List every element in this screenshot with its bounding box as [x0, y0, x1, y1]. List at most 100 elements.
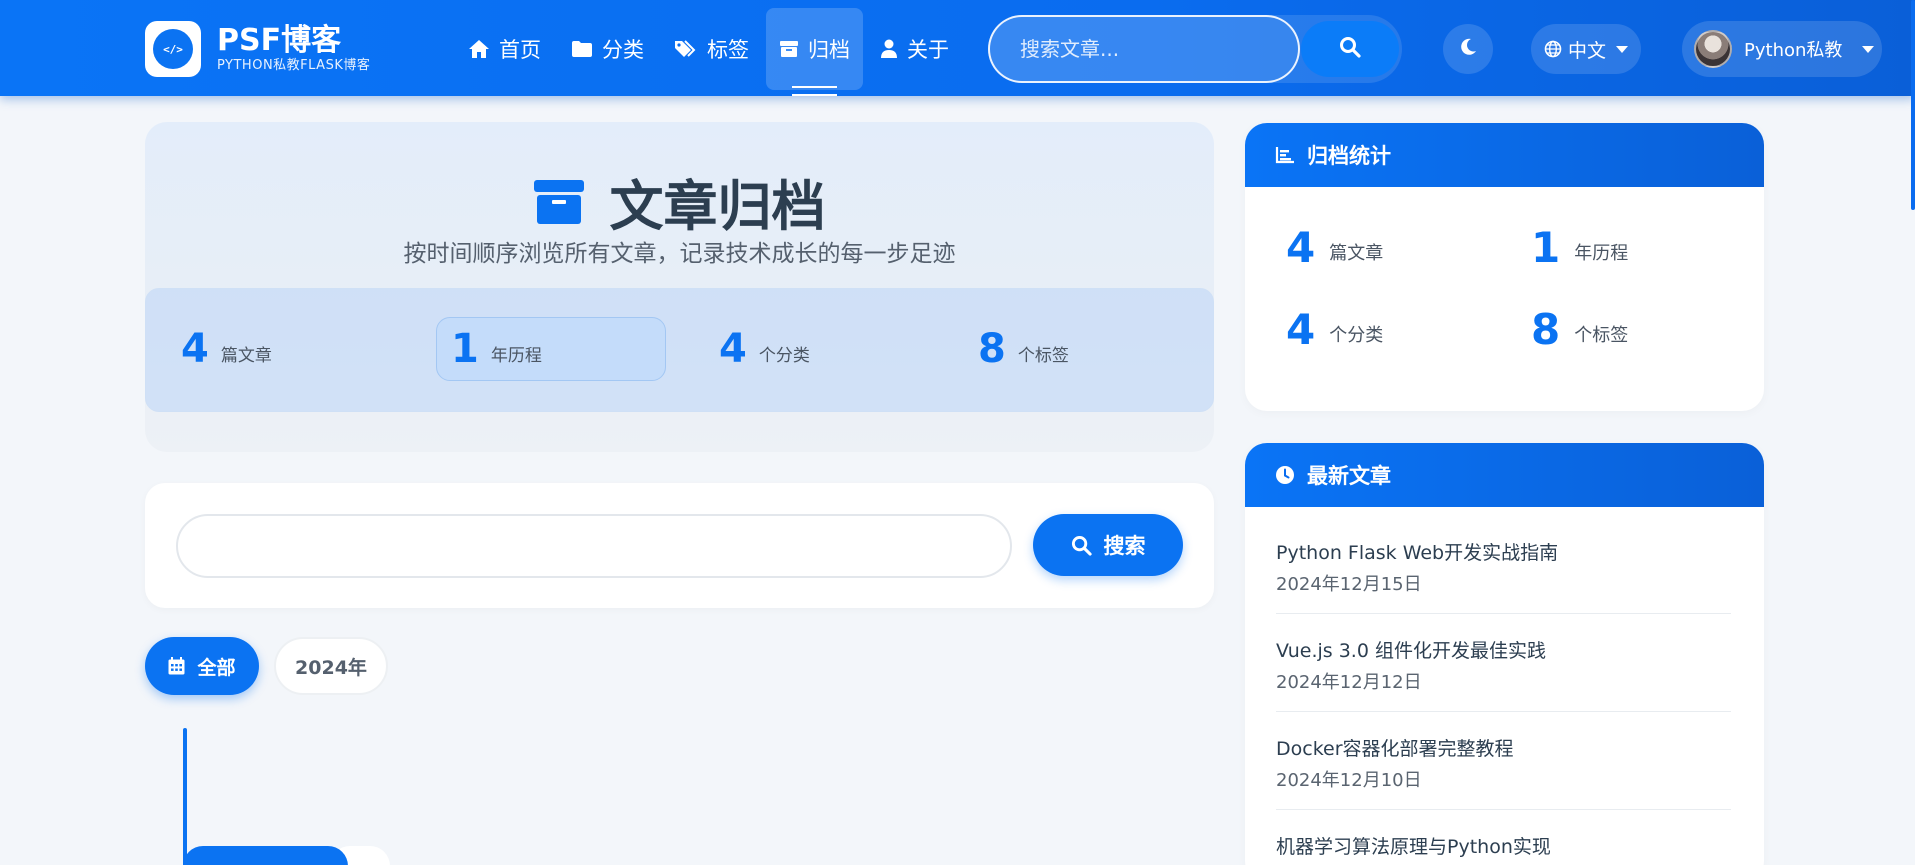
timeline-year-badge[interactable] [183, 846, 348, 865]
archive-icon [779, 40, 799, 58]
nav-item-categories[interactable]: 分类 [558, 8, 657, 90]
search-icon [1071, 535, 1092, 556]
nav-label-archive: 归档 [808, 38, 850, 62]
hero-stat-number: 4 [719, 326, 747, 372]
brand-subtitle: PYTHON私教FLASK博客 [217, 58, 371, 73]
sidebar-stat-number: 1 [1531, 223, 1561, 272]
nav-label-categories: 分类 [602, 38, 644, 62]
recent-post-title[interactable]: Docker容器化部署完整教程 [1276, 736, 1731, 762]
nav-label-tags: 标签 [707, 38, 749, 62]
sidebar-stat-number: 4 [1286, 305, 1316, 354]
folder-icon [571, 40, 593, 58]
language-label: 中文 [1567, 39, 1606, 62]
recent-post-item[interactable]: Python Flask Web开发实战指南 2024年12月15日 [1276, 507, 1731, 614]
user-icon [880, 39, 898, 59]
recent-posts-title: 最新文章 [1307, 464, 1391, 488]
archive-stats-header: 归档统计 [1245, 123, 1764, 187]
nav-item-tags[interactable]: 标签 [661, 8, 762, 90]
recent-post-date: 2024年12月15日 [1276, 574, 1422, 595]
chevron-down-icon [1616, 45, 1628, 53]
brand-text: PSF博客 PYTHON私教FLASK博客 [217, 24, 370, 74]
scroll-indicator [1911, 0, 1915, 210]
archive-search-input[interactable] [176, 514, 1012, 578]
main-nav: 首页 分类 标签 归档 关于 [455, 8, 966, 96]
search-icon [1339, 36, 1361, 62]
hero-stats: 4 篇文章 1 年历程 4 个分类 8 个标签 [145, 288, 1214, 412]
sidebar-stat-categories: 4 个分类 [1286, 305, 1383, 354]
avatar [1694, 30, 1732, 68]
sidebar-stat-label: 篇文章 [1329, 242, 1384, 264]
recent-post-item[interactable]: 机器学习算法原理与Python实现 [1276, 810, 1731, 865]
tags-icon [674, 39, 698, 59]
archive-icon [533, 179, 584, 224]
page-subtitle: 按时间顺序浏览所有文章，记录技术成长的每一步足迹 [403, 241, 956, 267]
nav-label-home: 首页 [499, 38, 541, 62]
recent-post-item[interactable]: Docker容器化部署完整教程 2024年12月10日 [1276, 712, 1731, 810]
archive-stats-title: 归档统计 [1307, 144, 1391, 168]
recent-post-title[interactable]: Vue.js 3.0 组件化开发最佳实践 [1276, 638, 1731, 664]
user-name: Python私教 [1744, 40, 1843, 61]
hero-stat-categories[interactable]: 4 个分类 [705, 317, 935, 381]
sidebar-stat-articles: 4 篇文章 [1286, 223, 1383, 272]
sidebar-stat-tags: 8 个标签 [1531, 305, 1628, 354]
hero-stat-label: 个标签 [1017, 345, 1069, 366]
page-title-text: 文章归档 [609, 175, 826, 238]
language-selector[interactable]: 中文 [1531, 24, 1641, 74]
code-icon: </> [153, 29, 193, 69]
sidebar-stat-years: 1 年历程 [1531, 223, 1628, 272]
sidebar-stat-label: 年历程 [1574, 242, 1629, 264]
home-icon [468, 39, 490, 59]
nav-item-home[interactable]: 首页 [455, 8, 554, 90]
sidebar-stat-label: 个分类 [1329, 324, 1384, 346]
navbar-search-button[interactable] [1301, 21, 1399, 77]
hero-stat-years[interactable]: 1 年历程 [436, 317, 666, 381]
navbar-search [988, 15, 1402, 83]
sidebar-stat-number: 4 [1286, 223, 1316, 272]
calendar-icon [168, 657, 185, 675]
globe-icon [1544, 40, 1562, 58]
recent-post-title[interactable]: Python Flask Web开发实战指南 [1276, 540, 1731, 566]
chevron-down-icon [1862, 45, 1875, 53]
filter-year-button[interactable]: 2024年 [274, 637, 388, 695]
sidebar-stat-number: 8 [1531, 305, 1561, 354]
recent-post-date: 2024年12月12日 [1276, 672, 1422, 693]
archive-search-button[interactable]: 搜索 [1033, 514, 1183, 576]
filter-year-label: 2024年 [295, 656, 367, 679]
clock-icon [1275, 465, 1295, 485]
filter-all-button[interactable]: 全部 [145, 637, 259, 695]
moon-icon [1458, 37, 1478, 62]
hero-stat-tags[interactable]: 8 个标签 [964, 317, 1194, 381]
navbar-search-input[interactable] [988, 15, 1300, 83]
recent-posts-list: Python Flask Web开发实战指南 2024年12月15日 Vue.j… [1245, 507, 1764, 865]
chart-bar-icon [1275, 146, 1295, 164]
hero-stat-label: 篇文章 [220, 345, 272, 366]
recent-post-title[interactable]: 机器学习算法原理与Python实现 [1276, 834, 1731, 860]
sidebar-stat-label: 个标签 [1574, 324, 1629, 346]
archive-hero: 文章归档 按时间顺序浏览所有文章，记录技术成长的每一步足迹 4 篇文章 1 年历… [145, 122, 1214, 452]
hero-stat-articles[interactable]: 4 篇文章 [167, 317, 397, 381]
recent-post-date: 2024年12月10日 [1276, 770, 1422, 791]
nav-item-about[interactable]: 关于 [867, 8, 962, 90]
page-title: 文章归档 [145, 162, 1214, 241]
hero-stat-number: 1 [451, 326, 479, 372]
archive-stats-card: 归档统计 4 篇文章 1 年历程 4 个分类 8 个标签 [1245, 123, 1764, 411]
nav-item-archive[interactable]: 归档 [766, 8, 863, 96]
recent-posts-header: 最新文章 [1245, 443, 1764, 507]
hero-stat-number: 4 [181, 326, 209, 372]
archive-search-card: 搜索 [145, 483, 1214, 608]
recent-posts-card: 最新文章 Python Flask Web开发实战指南 2024年12月15日 … [1245, 443, 1764, 865]
timeline-line [183, 728, 187, 865]
brand-title: PSF博客 [217, 23, 342, 58]
nav-label-about: 关于 [907, 38, 949, 62]
archive-search-button-label: 搜索 [1103, 534, 1146, 558]
brand-logo: </> [145, 21, 201, 77]
filter-all-label: 全部 [197, 656, 236, 679]
hero-stat-number: 8 [978, 326, 1006, 372]
hero-stat-label: 年历程 [490, 345, 542, 366]
top-navbar: </> PSF博客 PYTHON私教FLASK博客 首页 分类 标签 归档 关于… [0, 0, 1915, 96]
hero-stat-label: 个分类 [758, 345, 810, 366]
user-menu[interactable]: Python私教 [1682, 21, 1882, 77]
recent-post-item[interactable]: Vue.js 3.0 组件化开发最佳实践 2024年12月12日 [1276, 614, 1731, 712]
brand[interactable]: </> PSF博客 PYTHON私教FLASK博客 [145, 21, 370, 77]
theme-toggle-button[interactable] [1443, 24, 1493, 74]
